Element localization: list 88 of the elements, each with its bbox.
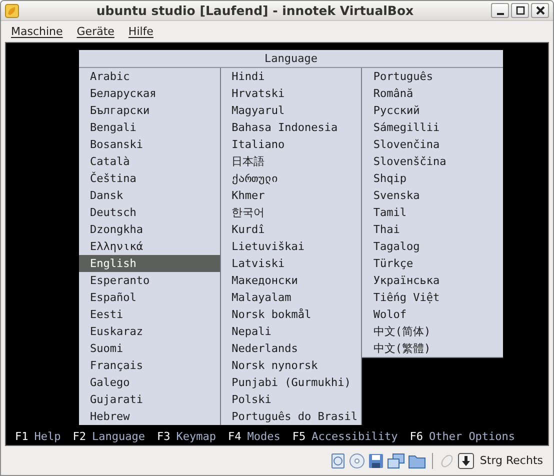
language-option[interactable]: Shqip <box>362 170 504 188</box>
host-key-label: Strg Rechts <box>480 454 543 468</box>
language-option[interactable]: Italiano <box>220 136 362 154</box>
language-option[interactable]: 中文(简体) <box>362 323 504 340</box>
function-label[interactable]: Language <box>92 430 145 444</box>
language-option[interactable]: Slovenščina <box>362 153 504 170</box>
language-option[interactable]: ქართული <box>220 170 362 188</box>
language-option[interactable]: Arabic <box>79 68 220 86</box>
language-option[interactable]: Català <box>79 153 220 170</box>
language-option[interactable]: Română <box>362 85 504 102</box>
minimize-icon <box>496 12 504 15</box>
close-button[interactable] <box>531 3 549 18</box>
language-option[interactable]: Tagalog <box>362 238 504 256</box>
key-label: F2 <box>72 430 86 444</box>
maximize-icon <box>516 6 524 16</box>
minimize-button[interactable] <box>491 3 509 18</box>
language-option[interactable]: 한국어 <box>220 204 362 222</box>
function-label[interactable]: Accessibility <box>312 430 398 444</box>
function-label[interactable]: Other Options <box>428 430 516 444</box>
language-option[interactable]: Türkçe <box>362 255 504 272</box>
language-option[interactable]: Suomi <box>79 340 220 358</box>
language-option[interactable]: Euskaraz <box>79 323 220 340</box>
language-option[interactable]: Nederlands <box>220 340 362 358</box>
language-option[interactable]: Magyarul <box>220 102 362 120</box>
language-option[interactable]: Čeština <box>79 170 220 188</box>
function-label[interactable]: Help <box>34 430 61 444</box>
language-option[interactable]: Македонски <box>220 272 362 290</box>
language-option[interactable]: Bosanski <box>79 136 220 154</box>
language-option[interactable]: Khmer <box>220 187 362 204</box>
maximize-button[interactable] <box>511 3 529 18</box>
language-option[interactable]: Tamil <box>362 204 504 222</box>
window-title: ubuntu studio [Laufend] - innotek VirtualBox <box>95 3 415 18</box>
function-label[interactable]: Keymap <box>176 430 216 444</box>
language-option[interactable]: Português <box>362 68 504 86</box>
language-option[interactable]: Tiếng Việt <box>362 289 504 306</box>
language-option[interactable]: Hebrew <box>79 408 220 426</box>
language-option[interactable]: Gujarati <box>79 391 220 408</box>
language-option[interactable]: Bahasa Indonesia <box>220 119 362 136</box>
language-option[interactable]: Latviski <box>220 255 362 272</box>
language-option[interactable]: Polski <box>220 391 362 408</box>
language-option[interactable]: Português do Brasil <box>220 408 362 426</box>
language-option[interactable]: Malayalam <box>220 289 362 306</box>
language-option[interactable]: Norsk nynorsk <box>220 357 362 374</box>
language-option[interactable]: Nepali <box>220 323 362 340</box>
floppy-icon[interactable] <box>368 452 384 469</box>
function-label[interactable]: Modes <box>247 430 280 444</box>
language-option[interactable]: Punjabi (Gurmukhi) <box>220 374 362 392</box>
key-label: F1 <box>15 430 28 444</box>
language-option[interactable]: English <box>79 255 220 272</box>
language-option[interactable]: Dzongkha <box>79 221 220 238</box>
folder-icon[interactable] <box>408 452 426 469</box>
menu-item[interactable]: Hilfe <box>128 25 154 38</box>
language-option[interactable]: Español <box>79 289 220 306</box>
menu-item[interactable]: Maschine <box>11 25 63 38</box>
language-option[interactable]: Svenska <box>362 187 504 204</box>
menu-title: Language <box>264 52 318 66</box>
language-option[interactable]: Hrvatski <box>220 85 362 102</box>
language-option[interactable]: Eesti <box>79 306 220 324</box>
language-option[interactable]: Dansk <box>79 187 220 204</box>
language-option[interactable]: Wolof <box>362 306 504 324</box>
language-option[interactable]: Български <box>79 102 220 120</box>
key-label: F6 <box>410 430 423 444</box>
app-icon <box>5 4 19 18</box>
key-label: F4 <box>228 430 242 444</box>
language-option[interactable]: Русский <box>362 102 504 120</box>
network-icon[interactable] <box>386 452 405 469</box>
language-option[interactable]: Esperanto <box>79 272 220 290</box>
language-option[interactable]: Sámegillii <box>362 119 504 136</box>
language-option[interactable]: Slovenčina <box>362 136 504 154</box>
language-option[interactable]: 日本語 <box>220 153 362 170</box>
language-option[interactable]: Français <box>79 357 220 374</box>
key-label: F3 <box>156 430 170 444</box>
language-option[interactable]: 中文(繁體) <box>362 340 504 358</box>
language-option[interactable]: Thai <box>362 221 504 238</box>
language-option[interactable]: Ελληνικά <box>79 238 220 256</box>
language-option[interactable]: Deutsch <box>79 204 220 222</box>
language-option[interactable]: Norsk bokmål <box>220 306 362 324</box>
arrow-down-icon[interactable] <box>458 452 474 469</box>
language-option[interactable]: Kurdî <box>220 221 362 238</box>
language-option[interactable]: Bengali <box>79 119 220 136</box>
language-option[interactable]: Lietuviškai <box>220 238 362 256</box>
language-option[interactable]: Українська <box>362 272 504 290</box>
language-option[interactable]: Galego <box>79 374 220 392</box>
menu-item[interactable]: Geräte <box>76 25 114 38</box>
language-option[interactable]: Hindi <box>220 68 362 86</box>
key-label: F5 <box>292 430 306 444</box>
close-icon <box>536 6 544 16</box>
language-option[interactable]: Беларуская <box>79 85 220 102</box>
